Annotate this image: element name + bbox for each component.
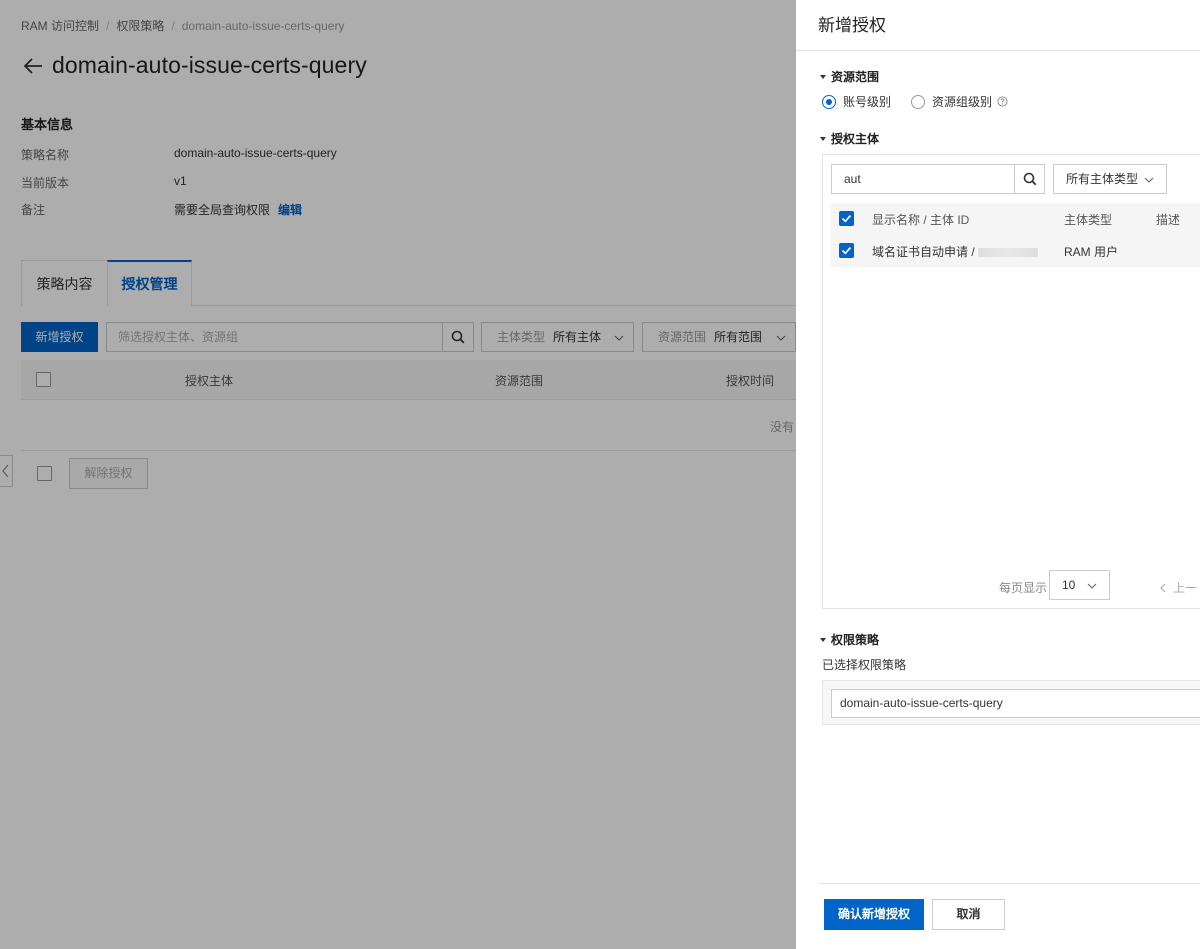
principal-name: 域名证书自动申请 /	[872, 245, 975, 259]
add-authorization-drawer: 新增授权 资源范围 账号级别 资源组级别 授权主体 aut 所有主体类型 显示名…	[796, 0, 1200, 949]
cancel-button[interactable]: 取消	[932, 899, 1005, 930]
principal-title[interactable]: 授权主体	[819, 130, 879, 147]
principal-row[interactable]: 域名证书自动申请 / RAM 用户	[831, 235, 1200, 267]
page-size-value: 10	[1062, 578, 1076, 592]
masked-principal-id	[977, 248, 1038, 258]
select-value: 所有主体类型	[1066, 172, 1139, 186]
principal-table-header: 显示名称 / 主体 ID 主体类型 描述	[831, 203, 1200, 235]
selected-policy-label: 已选择权限策略	[822, 658, 907, 672]
chevron-down-icon	[1087, 583, 1097, 589]
principal-type-select[interactable]: 所有主体类型	[1053, 164, 1167, 194]
column-description: 描述	[1156, 213, 1181, 227]
group-title-text: 授权主体	[831, 132, 880, 146]
principal-row-checkbox[interactable]	[839, 243, 854, 258]
caret-down-icon	[820, 136, 826, 141]
radio-account-level[interactable]	[822, 94, 836, 109]
column-principal-type: 主体类型	[1064, 213, 1113, 227]
caret-down-icon	[820, 637, 826, 642]
group-title-text: 资源范围	[831, 70, 880, 84]
drawer-header: 新增授权	[796, 0, 1200, 51]
page-size-select[interactable]: 10	[1049, 570, 1110, 600]
group-title-text: 权限策略	[831, 633, 880, 647]
radio-label: 账号级别	[843, 95, 892, 109]
prev-page-label: 上一	[1173, 581, 1198, 595]
resource-scope-title[interactable]: 资源范围	[819, 68, 879, 85]
selected-policy-box: domain-auto-issue-certs-query	[822, 680, 1200, 725]
radio-resource-group-level[interactable]	[911, 94, 926, 109]
principal-search-button[interactable]	[1014, 164, 1045, 194]
principal-name-cell: 域名证书自动申请 /	[872, 243, 1038, 260]
check-icon	[841, 215, 852, 223]
column-display-name: 显示名称 / 主体 ID	[872, 213, 970, 227]
chevron-left-icon	[1160, 583, 1166, 593]
pagination: 每页显示 10 上一	[823, 569, 1200, 601]
principal-search-input[interactable]: aut	[831, 164, 1015, 194]
chevron-down-icon	[1144, 177, 1154, 183]
radio-label: 资源组级别	[932, 95, 993, 109]
search-icon	[1023, 172, 1036, 186]
caret-down-icon	[820, 74, 826, 79]
drawer-title: 新增授权	[818, 16, 886, 35]
selected-policy-input[interactable]: domain-auto-issue-certs-query	[831, 689, 1200, 718]
prev-page-button[interactable]: 上一	[1159, 579, 1197, 596]
principal-selector: aut 所有主体类型 显示名称 / 主体 ID 主体类型 描述 域名证书自动申请…	[822, 154, 1200, 609]
page-size-label: 每页显示	[999, 581, 1048, 595]
principal-select-all-checkbox[interactable]	[839, 211, 854, 226]
help-icon[interactable]	[997, 96, 1008, 107]
confirm-add-authorization-button[interactable]: 确认新增授权	[824, 899, 924, 930]
drawer-footer-divider	[818, 883, 1200, 884]
principal-type-cell: RAM 用户	[1064, 245, 1119, 259]
policy-title[interactable]: 权限策略	[819, 631, 879, 648]
modal-overlay[interactable]	[0, 0, 796, 949]
check-icon	[841, 247, 852, 255]
resource-scope-radios: 账号级别 资源组级别	[822, 93, 1008, 110]
